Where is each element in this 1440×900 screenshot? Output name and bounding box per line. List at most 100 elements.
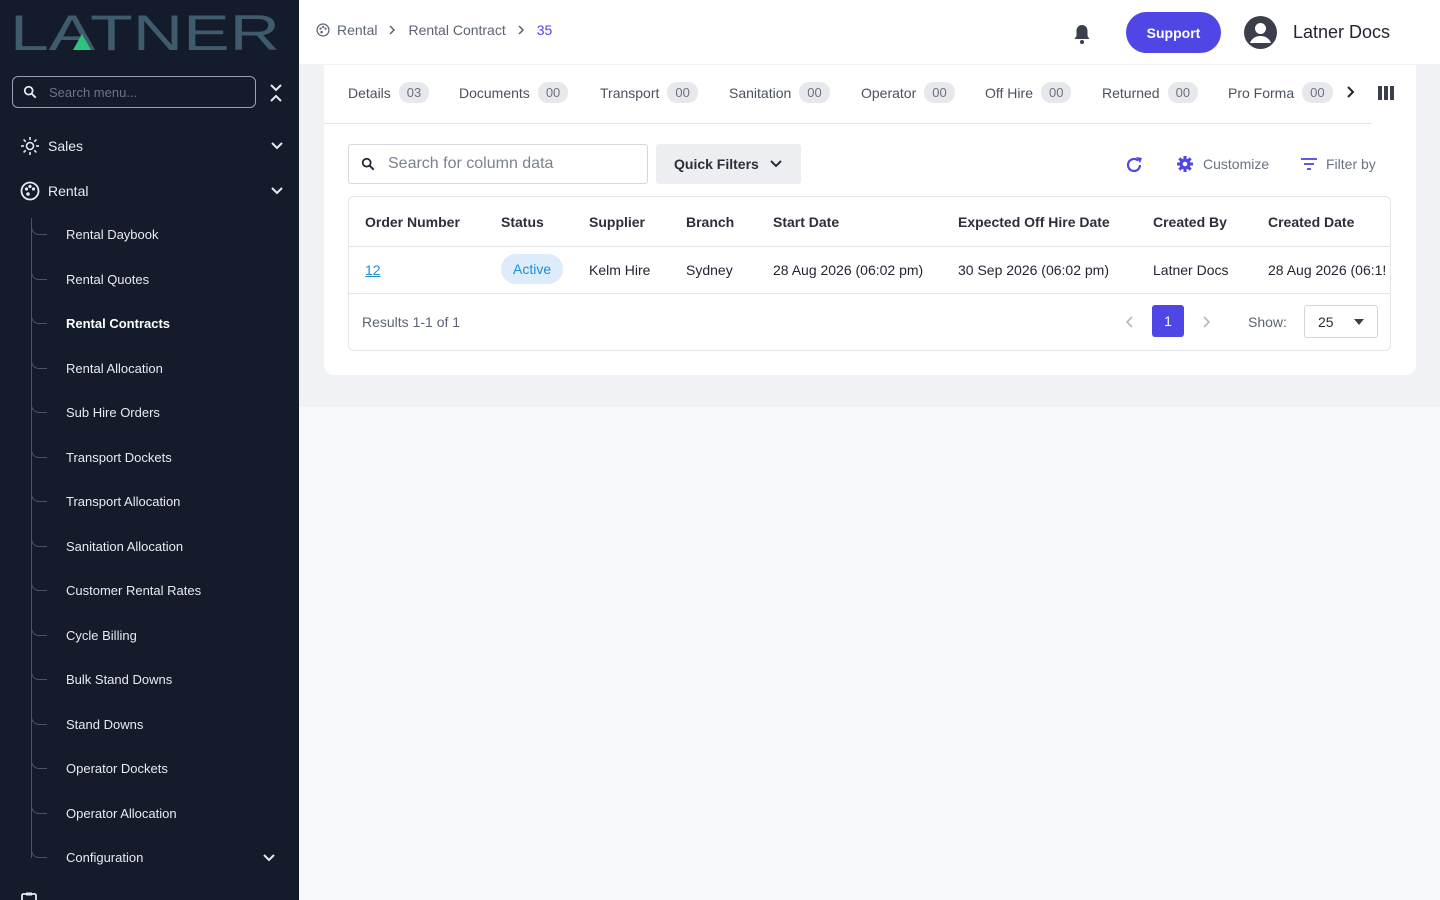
chevron-down-icon — [770, 160, 782, 168]
supplier-cell: Kelm Hire — [589, 262, 651, 278]
column-header-expected-off-hire[interactable]: Expected Off Hire Date — [958, 214, 1110, 230]
sun-gear-icon — [21, 137, 39, 155]
created-date-cell: 28 Aug 2026 (06:1! — [1268, 262, 1387, 278]
table-row[interactable]: 12 Active Kelm Hire Sydney 28 Aug 2026 (… — [349, 247, 1390, 294]
sidebar-item-rental-allocation[interactable]: Rental Allocation — [31, 354, 299, 384]
sidebar-item-label: Transport Dockets — [66, 450, 172, 465]
chevron-down-icon — [263, 854, 275, 862]
quick-filters-button[interactable]: Quick Filters — [656, 144, 801, 184]
column-header-created-by[interactable]: Created By — [1153, 214, 1227, 230]
refresh-icon[interactable] — [1124, 155, 1144, 175]
page-button-current[interactable]: 1 — [1152, 305, 1184, 337]
chevron-down-icon — [271, 187, 283, 195]
chevron-right-icon[interactable] — [1200, 315, 1212, 329]
sidebar-item-label: Operator Dockets — [66, 761, 168, 776]
clipboard-icon — [21, 892, 37, 900]
sidebar-group-label: Sales — [48, 138, 84, 154]
palette-icon — [20, 181, 40, 201]
chevron-down-icon — [271, 142, 283, 150]
sidebar-group-sales[interactable]: Sales — [0, 131, 299, 161]
column-header-order-number[interactable]: Order Number — [365, 214, 460, 230]
menu-search-input[interactable]: Search menu... — [12, 76, 256, 108]
tab-documents[interactable]: Documents 00 — [459, 82, 569, 103]
chevron-right-icon[interactable] — [1344, 85, 1358, 99]
tree-hook — [31, 843, 47, 858]
tab-sanitation[interactable]: Sanitation 00 — [729, 82, 830, 103]
support-button[interactable]: Support — [1126, 12, 1221, 53]
sidebar-item-label: Rental Quotes — [66, 272, 150, 287]
sidebar-group-rental[interactable]: Rental — [0, 176, 299, 206]
sidebar-item-rental-daybook[interactable]: Rental Daybook — [31, 220, 299, 250]
sidebar-item-sanitation-allocation[interactable]: Sanitation Allocation — [31, 532, 299, 562]
chevron-left-icon[interactable] — [1124, 315, 1136, 329]
sidebar-item-label: Stand Downs — [66, 717, 144, 732]
sidebar-item-operator-dockets[interactable]: Operator Dockets — [31, 754, 299, 784]
sidebar-item-configuration[interactable]: Configuration — [31, 843, 299, 873]
tab-label: Operator — [861, 84, 917, 101]
sidebar-item-rental-contracts[interactable]: Rental Contracts — [31, 309, 299, 339]
sidebar-item-label: Transport Allocation — [66, 494, 181, 509]
page-size-select[interactable]: 25 — [1304, 305, 1378, 338]
tab-off-hire[interactable]: Off Hire 00 — [985, 82, 1072, 103]
sidebar-item-label: Bulk Stand Downs — [66, 672, 173, 687]
sidebar-item-bulk-stand-downs[interactable]: Bulk Stand Downs — [31, 665, 299, 695]
caret-down-icon — [1354, 319, 1364, 325]
filter-icon — [1301, 158, 1317, 170]
contract-card: Details 03 Documents 00 Transport 00 Sanita… — [324, 65, 1416, 375]
sidebar-item-rental-quotes[interactable]: Rental Quotes — [31, 265, 299, 295]
column-header-supplier[interactable]: Supplier — [589, 214, 645, 230]
tab-label: Documents — [459, 84, 530, 101]
sidebar-item-sub-hire-orders[interactable]: Sub Hire Orders — [31, 398, 299, 428]
tab-details[interactable]: Details 03 — [348, 82, 430, 103]
gear-icon — [1177, 156, 1193, 172]
tab-pro-forma[interactable]: Pro Forma 00 — [1228, 82, 1336, 103]
sidebar-item-label: Operator Allocation — [66, 806, 177, 821]
start-date-cell: 28 Aug 2026 (06:02 pm) — [773, 262, 924, 278]
order-number-link[interactable]: 12 — [365, 262, 381, 278]
sidebar-item-label: Cycle Billing — [66, 628, 137, 643]
sidebar: LATNER Search menu... Sales Rental Renta… — [0, 0, 299, 900]
column-header-status[interactable]: Status — [501, 214, 544, 230]
customize-label: Customize — [1203, 156, 1270, 172]
tab-returned[interactable]: Returned 00 — [1102, 82, 1199, 103]
tab-count-badge: 03 — [398, 82, 430, 103]
column-header-branch[interactable]: Branch — [686, 214, 734, 230]
sidebar-item-operator-allocation[interactable]: Operator Allocation — [31, 799, 299, 829]
sidebar-item-stand-downs[interactable]: Stand Downs — [31, 710, 299, 740]
sidebar-item-cycle-billing[interactable]: Cycle Billing — [31, 621, 299, 651]
filter-by-button[interactable]: Filter by — [1300, 155, 1376, 173]
sidebar-item-transport-dockets[interactable]: Transport Dockets — [31, 443, 299, 473]
results-count: Results 1-1 of 1 — [362, 314, 461, 330]
tab-bar: Details 03 Documents 00 Transport 00 Sanita… — [324, 65, 1372, 124]
page-size-label: Show: — [1248, 314, 1287, 330]
bell-icon[interactable] — [1071, 23, 1093, 45]
breadcrumb-rental-contract[interactable]: Rental Contract — [408, 22, 505, 38]
customize-button[interactable]: Customize — [1176, 155, 1269, 173]
tree-hook — [31, 443, 47, 458]
column-header-created-date[interactable]: Created Date — [1268, 214, 1354, 230]
tab-operator[interactable]: Operator 00 — [861, 82, 955, 103]
sidebar-item-label: Configuration — [66, 850, 144, 865]
tab-count-badge: 00 — [667, 82, 698, 103]
tab-count-badge: 00 — [799, 82, 830, 103]
tree-hook — [31, 532, 47, 547]
sidebar-item-customer-rental-rates[interactable]: Customer Rental Rates — [31, 576, 299, 606]
column-search-input[interactable]: Search for column data — [348, 144, 648, 184]
sidebar-item-transport-allocation[interactable]: Transport Allocation — [31, 487, 299, 517]
user-name[interactable]: Latner Docs — [1293, 22, 1390, 43]
chevron-right-icon — [518, 25, 524, 35]
branch-cell: Sydney — [686, 262, 733, 278]
sidebar-item-label: Rental Allocation — [66, 361, 163, 376]
column-header-start-date[interactable]: Start Date — [773, 214, 839, 230]
created-by-cell: Latner Docs — [1153, 262, 1229, 278]
tab-transport[interactable]: Transport 00 — [600, 82, 698, 103]
avatar[interactable] — [1244, 16, 1277, 49]
columns-icon[interactable] — [1378, 86, 1394, 100]
tree-hook — [31, 754, 47, 769]
collapse-sidebar-icon[interactable] — [268, 82, 284, 104]
tab-label: Off Hire — [985, 84, 1033, 101]
search-icon — [23, 85, 37, 99]
breadcrumb-rental[interactable]: Rental — [337, 22, 377, 38]
tab-count-badge: 00 — [537, 82, 569, 103]
page-size-value: 25 — [1318, 313, 1334, 330]
